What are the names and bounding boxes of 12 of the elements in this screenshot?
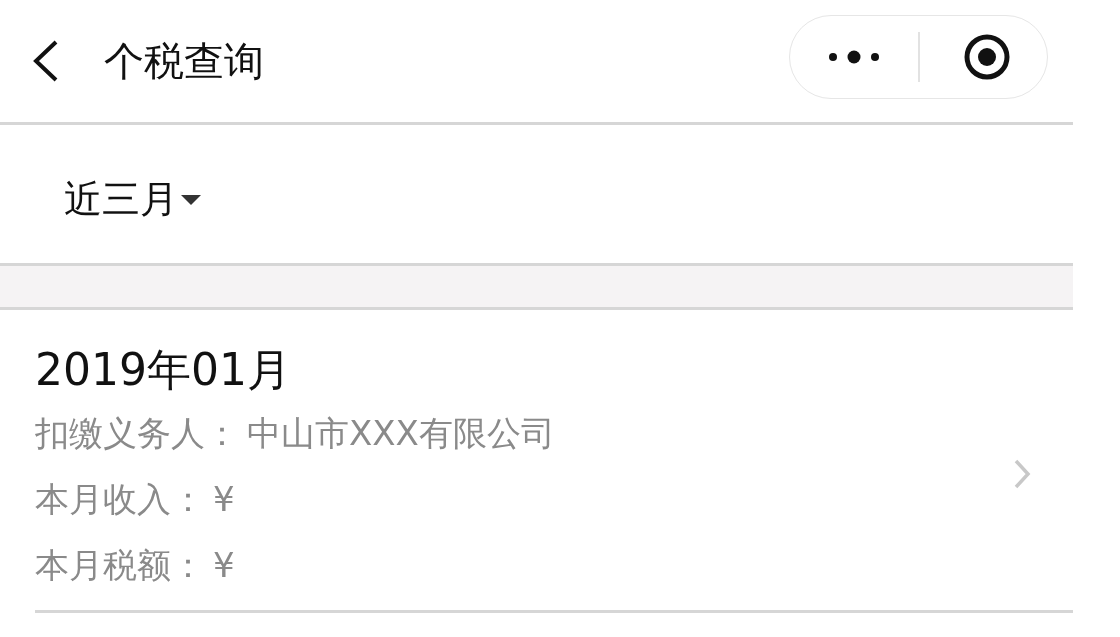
caret-icon <box>180 193 202 206</box>
field-value: ¥ <box>213 478 235 521</box>
field-value: 中山市XXX有限公司 <box>247 412 555 455</box>
close-icon[interactable] <box>963 33 1011 81</box>
record-month: 2019年01月 <box>35 343 292 397</box>
field-label: 本月税额： <box>35 544 205 587</box>
more-icon[interactable] <box>828 50 880 64</box>
page-title: 个税查询 <box>104 36 264 86</box>
period-dropdown[interactable]: 近三月 <box>64 174 202 225</box>
field-label: 扣缴义务人： <box>35 412 239 455</box>
field-value: ¥ <box>213 544 235 587</box>
field-label: 本月收入： <box>35 478 205 521</box>
